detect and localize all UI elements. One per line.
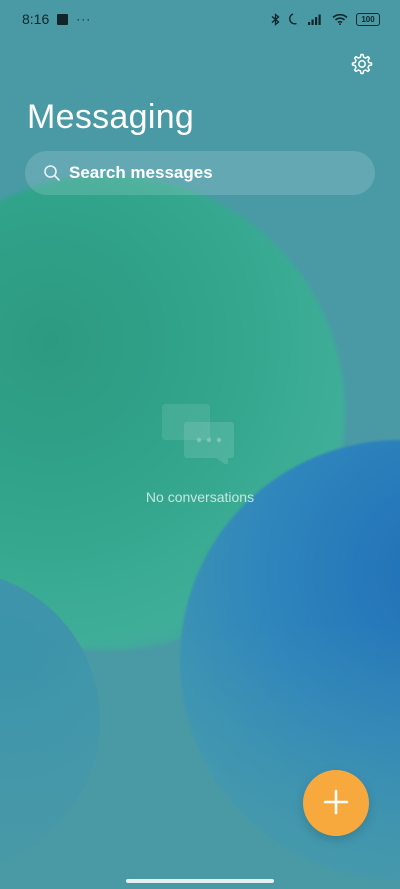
new-conversation-button[interactable] xyxy=(303,770,369,836)
moon-icon xyxy=(288,13,300,25)
status-right: 100 xyxy=(271,12,380,26)
status-bar: 8:16 ··· 100 xyxy=(0,0,400,38)
page-title: Messaging xyxy=(27,98,195,136)
messaging-screen: 8:16 ··· 100 Messaging Search messages N… xyxy=(0,0,400,889)
plus-icon xyxy=(323,789,349,818)
chat-bubbles-icon xyxy=(162,398,238,469)
settings-button[interactable] xyxy=(346,49,378,81)
search-bar[interactable] xyxy=(25,151,375,195)
signal-icon xyxy=(308,13,324,25)
bluetooth-icon xyxy=(271,12,280,26)
status-time: 8:16 xyxy=(22,11,50,27)
search-input[interactable] xyxy=(69,163,349,183)
notification-square-icon xyxy=(57,13,69,25)
battery-icon: 100 xyxy=(356,12,380,26)
empty-state-text: No conversations xyxy=(145,489,255,505)
wifi-icon xyxy=(332,13,348,25)
search-icon xyxy=(43,164,61,182)
gear-icon xyxy=(350,52,374,79)
background-left-blob xyxy=(0,570,100,870)
empty-state: No conversations xyxy=(0,398,400,505)
status-left: 8:16 ··· xyxy=(22,11,91,27)
more-notifications-indicator: ··· xyxy=(76,12,92,26)
home-indicator[interactable] xyxy=(126,879,274,883)
